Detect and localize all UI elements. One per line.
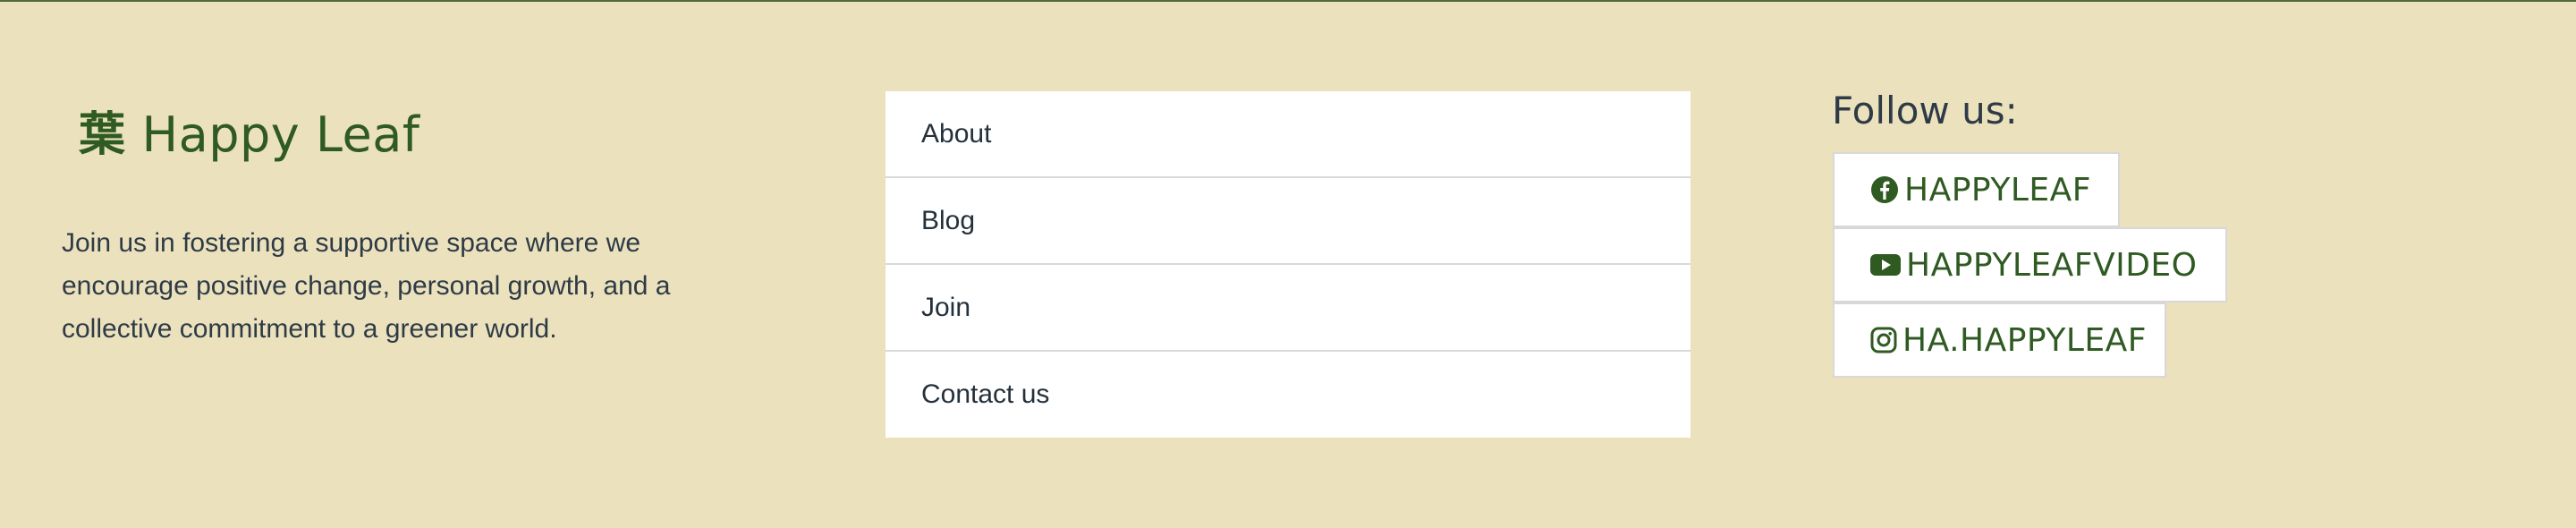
nav-link-contact[interactable]: Contact us: [886, 352, 1690, 438]
social-link-label: HAPPYLEAFVIDEO: [1906, 246, 2198, 284]
youtube-icon: [1870, 250, 1901, 280]
nav-link-join[interactable]: Join: [886, 265, 1690, 352]
follow-heading: Follow us:: [1832, 89, 2018, 132]
social-link-label: HAPPYLEAF: [1904, 171, 2091, 209]
instagram-icon: [1870, 325, 1897, 355]
brand-logo[interactable]: 葉 Happy Leaf: [79, 104, 419, 166]
leaf-kanji-icon: 葉: [79, 108, 126, 162]
facebook-icon: [1870, 175, 1899, 205]
brand-name: Happy Leaf: [141, 106, 420, 163]
social-link-instagram[interactable]: HA.HAPPYLEAF: [1833, 302, 2166, 378]
social-link-youtube[interactable]: HAPPYLEAFVIDEO: [1833, 227, 2227, 302]
social-link-facebook[interactable]: HAPPYLEAF: [1833, 152, 2120, 227]
nav-link-blog[interactable]: Blog: [886, 178, 1690, 265]
nav-link-about[interactable]: About: [886, 91, 1690, 178]
social-link-label: HA.HAPPYLEAF: [1902, 321, 2147, 359]
about-text: Join us in fostering a supportive space …: [62, 228, 671, 344]
footer-nav: About Blog Join Contact us: [886, 91, 1690, 438]
